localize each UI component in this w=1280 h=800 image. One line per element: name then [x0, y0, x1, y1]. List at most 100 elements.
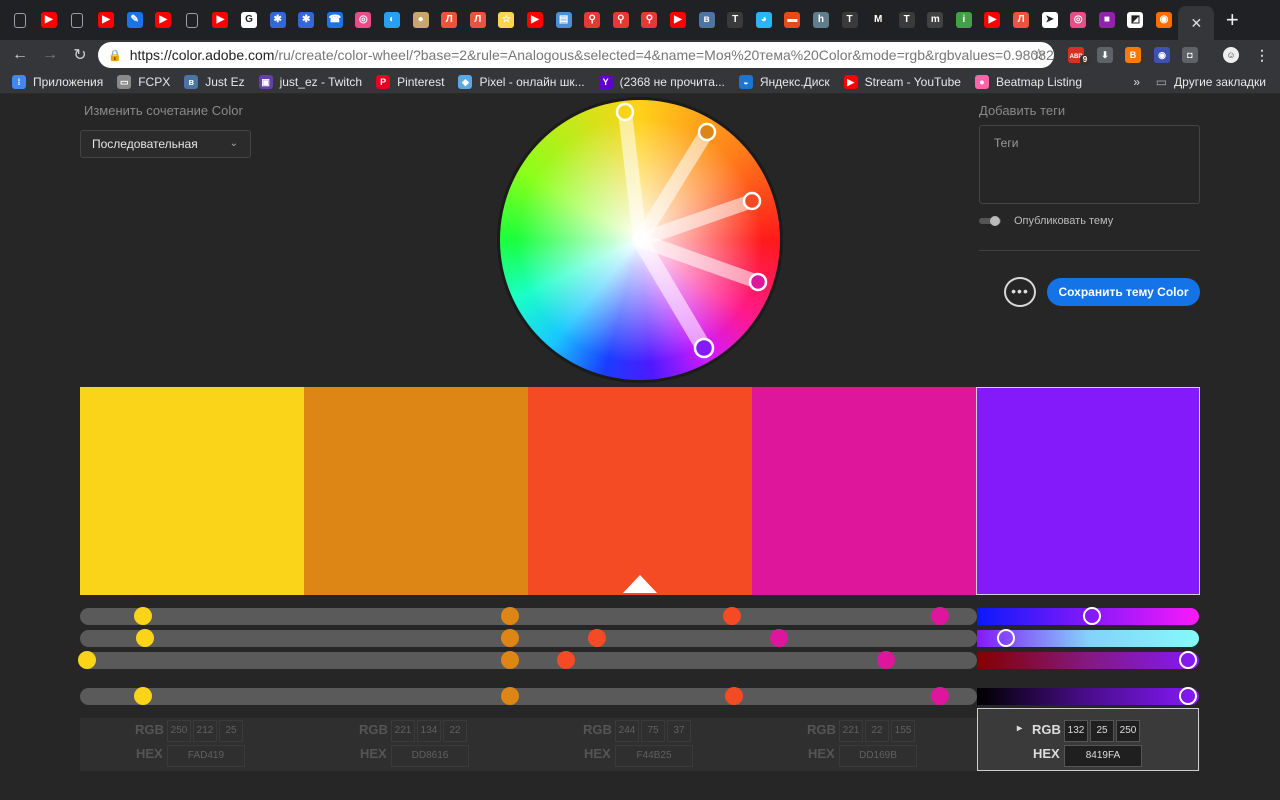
- slider-knob[interactable]: [501, 629, 520, 647]
- rgb-value-field[interactable]: 75: [641, 720, 665, 742]
- browser-tab[interactable]: T: [721, 0, 750, 40]
- browser-tab[interactable]: ▬: [778, 0, 807, 40]
- color-swatch[interactable]: [304, 387, 528, 595]
- browser-tab[interactable]: ▶: [35, 0, 64, 40]
- bookmark-star-icon[interactable]: ☆: [1032, 45, 1046, 65]
- hex-value-field[interactable]: 8419FA: [1064, 745, 1142, 767]
- close-tab-icon[interactable]: ✕: [1190, 15, 1202, 32]
- slider-knob[interactable]: [722, 607, 741, 625]
- browser-tab[interactable]: ◕: [749, 0, 778, 40]
- browser-tab[interactable]: ◐: [378, 0, 407, 40]
- tags-input[interactable]: Теги: [979, 125, 1200, 204]
- rgb-value-field[interactable]: 134: [417, 720, 441, 742]
- more-options-button[interactable]: •••: [1004, 277, 1036, 307]
- save-theme-button[interactable]: Сохранить тему Color: [1047, 278, 1200, 306]
- toggle-switch[interactable]: [979, 216, 1001, 226]
- slider-knob[interactable]: [1178, 651, 1197, 669]
- rgb-value-field[interactable]: 25: [1090, 720, 1114, 742]
- bookmark-item[interactable]: P Pinterest: [376, 74, 444, 89]
- wheel-color-handle[interactable]: [748, 272, 768, 292]
- expand-caret-icon[interactable]: ▸: [1017, 723, 1022, 734]
- slider-knob[interactable]: [1178, 687, 1197, 705]
- rgb-value-field[interactable]: 22: [443, 720, 467, 742]
- reload-icon[interactable]: ↻: [66, 41, 94, 69]
- browser-tab[interactable]: ▶: [664, 0, 693, 40]
- bookmark-item[interactable]: ▶ Stream - YouTube: [843, 74, 961, 89]
- browser-tab[interactable]: Л: [435, 0, 464, 40]
- rgb-value-field[interactable]: 132: [1064, 720, 1088, 742]
- color-wheel[interactable]: [497, 97, 783, 383]
- wheel-color-handle[interactable]: [742, 191, 762, 211]
- active-tab[interactable]: ✕: [1178, 6, 1215, 40]
- browser-tab[interactable]: ▶: [149, 0, 178, 40]
- forward-icon[interactable]: →: [36, 41, 64, 69]
- color-swatch[interactable]: [976, 387, 1200, 595]
- browser-tab[interactable]: ◎: [1064, 0, 1093, 40]
- rgb-value-field[interactable]: 244: [615, 720, 639, 742]
- rgb-value-field[interactable]: 250: [1116, 720, 1140, 742]
- color-swatch[interactable]: [752, 387, 976, 595]
- hex-value-field[interactable]: F44B25: [615, 745, 693, 767]
- other-bookmarks[interactable]: ▭ Другие закладки: [1156, 75, 1266, 89]
- address-bar[interactable]: 🔒 https://color.adobe.com/ru/create/colo…: [98, 42, 1054, 68]
- hex-value-field[interactable]: DD8616: [391, 745, 469, 767]
- browser-tab[interactable]: ➤: [1035, 0, 1064, 40]
- browser-tab[interactable]: ▶: [206, 0, 235, 40]
- browser-tab[interactable]: [63, 0, 92, 40]
- rgb-value-field[interactable]: 221: [391, 720, 415, 742]
- slider-knob[interactable]: [135, 629, 154, 647]
- browser-tab[interactable]: ▶: [521, 0, 550, 40]
- browser-tab[interactable]: [6, 0, 35, 40]
- browser-tab[interactable]: ☆: [492, 0, 521, 40]
- wheel-color-handle[interactable]: [697, 122, 717, 142]
- browser-tab[interactable]: ▶: [92, 0, 121, 40]
- browser-tab[interactable]: G: [235, 0, 264, 40]
- bookmark-item[interactable]: ◒ Яндекс.Диск: [738, 74, 830, 89]
- browser-tab[interactable]: [178, 0, 207, 40]
- bookmark-item[interactable]: ⁞ Приложения: [12, 74, 103, 89]
- color-swatch[interactable]: [80, 387, 304, 595]
- bookmarks-overflow-icon[interactable]: »: [1133, 75, 1140, 89]
- hex-value-field[interactable]: DD169B: [839, 745, 917, 767]
- browser-tab[interactable]: ⚲: [578, 0, 607, 40]
- slider-knob[interactable]: [725, 687, 744, 705]
- browser-tab[interactable]: M: [864, 0, 893, 40]
- browser-tab[interactable]: ▶: [978, 0, 1007, 40]
- bookmark-item[interactable]: Y (2368 не прочита...: [598, 74, 725, 89]
- browser-tab[interactable]: ✱: [263, 0, 292, 40]
- rgb-value-field[interactable]: 250: [167, 720, 191, 742]
- browser-tab[interactable]: Л: [464, 0, 493, 40]
- channel-slider-track[interactable]: [80, 630, 977, 647]
- browser-tab[interactable]: ☎: [321, 0, 350, 40]
- selected-channel-slider[interactable]: [977, 688, 1199, 705]
- camera-extension-icon[interactable]: ◘: [1182, 47, 1198, 63]
- publish-toggle[interactable]: Опубликовать тему: [979, 215, 1113, 227]
- download-extension-icon[interactable]: ⬇: [1097, 47, 1113, 63]
- browser-tab[interactable]: ◎: [349, 0, 378, 40]
- browser-tab[interactable]: ▤: [549, 0, 578, 40]
- browser-tab[interactable]: i: [950, 0, 979, 40]
- harmony-rule-dropdown[interactable]: Последовательная ⌄: [80, 130, 251, 158]
- bookmark-item[interactable]: в Just Ez: [184, 74, 245, 89]
- channel-slider-track[interactable]: [80, 608, 977, 625]
- rgb-value-field[interactable]: 221: [839, 720, 863, 742]
- slider-knob[interactable]: [133, 687, 152, 705]
- hex-value-field[interactable]: FAD419: [167, 745, 245, 767]
- profile-avatar[interactable]: ☺: [1223, 47, 1239, 63]
- rgb-value-field[interactable]: 37: [667, 720, 691, 742]
- bookmark-item[interactable]: ▭ FCPX: [117, 74, 170, 89]
- slider-knob[interactable]: [996, 629, 1015, 647]
- channel-slider-track[interactable]: [80, 652, 977, 669]
- rgb-value-field[interactable]: 25: [219, 720, 243, 742]
- new-tab-button[interactable]: +: [1214, 0, 1250, 40]
- slider-knob[interactable]: [557, 651, 576, 669]
- rgb-value-field[interactable]: 155: [891, 720, 915, 742]
- browser-tab[interactable]: ■: [1093, 0, 1122, 40]
- browser-tab[interactable]: m: [921, 0, 950, 40]
- slider-knob[interactable]: [77, 651, 96, 669]
- browser-tab[interactable]: ⚲: [635, 0, 664, 40]
- wheel-color-handle[interactable]: [693, 337, 715, 359]
- slider-knob[interactable]: [769, 629, 788, 647]
- slider-knob[interactable]: [501, 687, 520, 705]
- bookmark-item[interactable]: ◆ Pixel - онлайн шк...: [458, 74, 585, 89]
